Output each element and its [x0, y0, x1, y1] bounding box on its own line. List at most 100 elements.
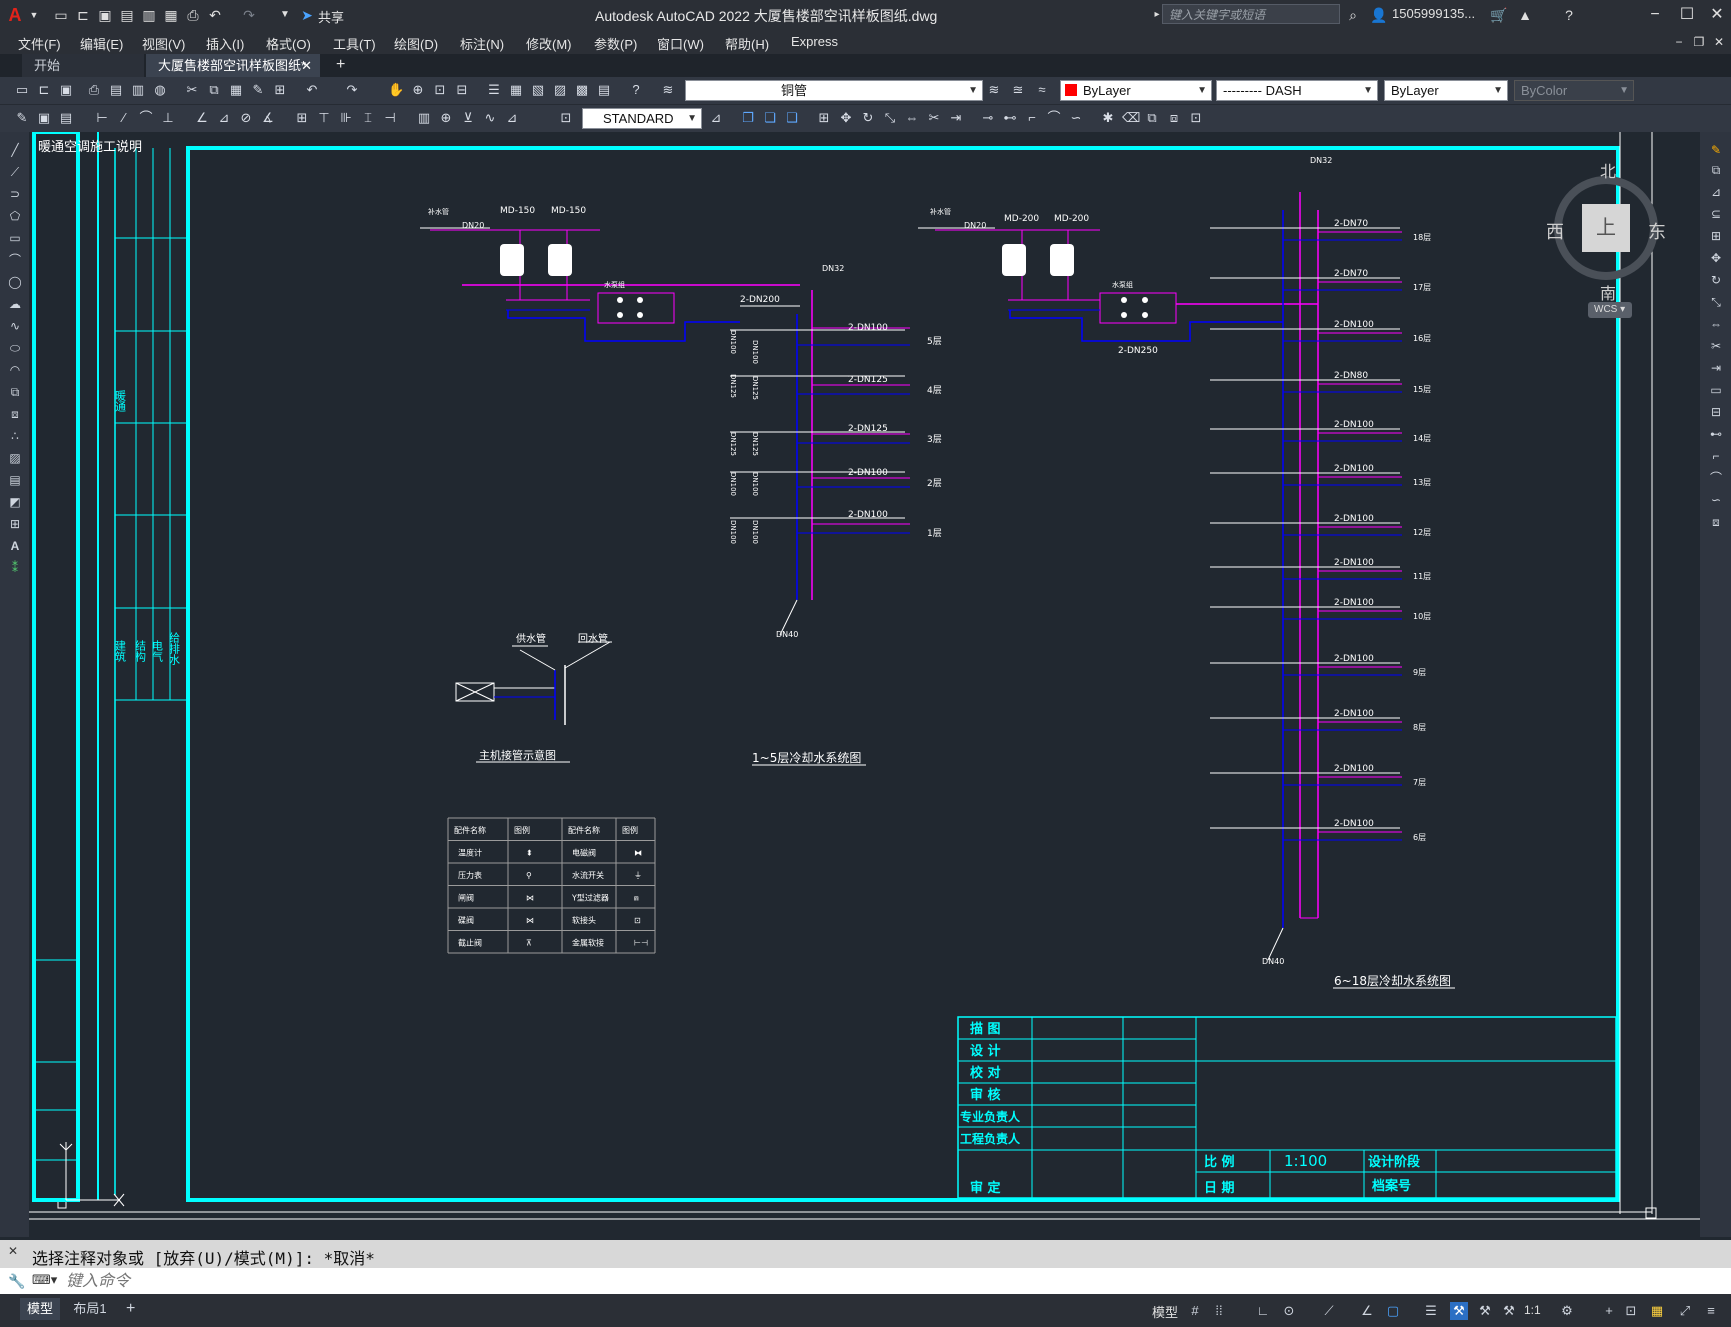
menu-edit[interactable]: 编辑(E) [80, 34, 123, 53]
mirror-icon[interactable]: ⊿ [1708, 184, 1724, 200]
color-dropdown[interactable]: ByLayer ▼ [1060, 80, 1212, 101]
share-label[interactable]: 共享 [318, 7, 344, 26]
object-snap-tracking-icon[interactable]: ∠ [1358, 1302, 1376, 1320]
edit-text-icon[interactable]: ✎ [14, 110, 30, 126]
object-snap-icon[interactable]: ▢ [1384, 1302, 1402, 1320]
arc-icon[interactable]: ⌒ [7, 252, 23, 268]
save-icon[interactable]: ▣ [58, 82, 74, 98]
open-icon[interactable]: ⊏ [36, 82, 52, 98]
break-icon[interactable]: ⊸ [980, 110, 996, 126]
layer-dropdown[interactable]: 铜管 ▼ [685, 80, 983, 101]
lineweight-dropdown[interactable]: ByLayer ▼ [1384, 80, 1508, 101]
dim-space-icon[interactable]: ⌶ [360, 110, 376, 126]
open-web-icon[interactable]: ▥ [140, 6, 158, 24]
design-center-icon[interactable]: ▦ [508, 82, 524, 98]
copy-object-icon[interactable]: ❐ [740, 110, 756, 126]
stretch-icon[interactable]: ⇔ [904, 110, 920, 126]
angular-dim-icon[interactable]: ∡ [260, 110, 276, 126]
annotation-scale-value[interactable]: 1:1 [1524, 1303, 1541, 1317]
viewcube-east[interactable]: 东 [1648, 218, 1666, 244]
menu-express[interactable]: Express [791, 34, 838, 49]
lineweight-icon[interactable]: ☰ [1422, 1302, 1440, 1320]
polar-tracking-icon[interactable]: ⊙ [1280, 1302, 1298, 1320]
dim-update-icon[interactable]: ⊡ [558, 110, 574, 126]
cut-icon[interactable]: ✂ [184, 82, 200, 98]
chamfer-icon[interactable]: ⌐ [1024, 110, 1040, 126]
autodesk-app-icon[interactable]: ▲ [1516, 6, 1534, 24]
circle-icon[interactable]: ◯ [7, 274, 23, 290]
close-button[interactable]: ✕ [1706, 4, 1728, 26]
array-icon[interactable]: ⊞ [1708, 228, 1724, 244]
polyline-icon[interactable]: ⊃ [7, 186, 23, 202]
menu-tools[interactable]: 工具(T) [333, 34, 376, 53]
workspace-gear-icon[interactable]: ⚙ [1558, 1302, 1576, 1320]
move-icon[interactable]: ✥ [838, 110, 854, 126]
ellipse-arc-icon[interactable]: ◠ [7, 362, 23, 378]
mirror-icon[interactable]: ❏ [762, 110, 778, 126]
units-icon[interactable]: ⊡ [1622, 1302, 1640, 1320]
fillet-icon[interactable]: ⌒ [1708, 470, 1724, 486]
baseline-dim-icon[interactable]: ⊤ [316, 110, 332, 126]
command-input[interactable] [64, 1271, 1668, 1293]
continue-dim-icon[interactable]: ⊪ [338, 110, 354, 126]
menu-window[interactable]: 窗口(W) [657, 34, 704, 53]
menu-file[interactable]: 文件(F) [18, 34, 61, 53]
autocad-logo-icon[interactable]: A [6, 6, 24, 24]
menu-modify[interactable]: 修改(M) [526, 34, 572, 53]
customize-qat-icon[interactable]: ▼ [276, 6, 294, 24]
make-block-icon[interactable]: ⧈ [7, 406, 23, 422]
maximize-button[interactable]: ☐ [1676, 4, 1698, 26]
layer-properties-icon[interactable]: ≋ [660, 82, 676, 98]
attribute-icon[interactable]: ▤ [58, 110, 74, 126]
user-icon[interactable]: 👤 [1370, 6, 1388, 24]
fillet-icon[interactable]: ⌒ [1046, 110, 1062, 126]
center-mark-icon[interactable]: ⊕ [438, 110, 454, 126]
properties-match-icon[interactable]: ⧉ [1144, 110, 1160, 126]
menu-dimension[interactable]: 标注(N) [460, 34, 504, 53]
arc-length-icon[interactable]: ⌒ [138, 110, 154, 126]
viewcube-west[interactable]: 西 [1546, 218, 1564, 244]
copy-icon[interactable]: ⧉ [1708, 162, 1724, 178]
annotation-visibility-icon[interactable]: ⚒ [1476, 1302, 1494, 1320]
zoom-realtime-icon[interactable]: ⊕ [410, 82, 426, 98]
chamfer-icon[interactable]: ⌐ [1708, 448, 1724, 464]
viewcube[interactable]: 上 北 南 西 东 [1546, 152, 1666, 304]
line-icon[interactable]: ╱ [7, 142, 23, 158]
zoom-window-icon[interactable]: ⊡ [432, 82, 448, 98]
isolate-objects-icon[interactable]: ▦ [1648, 1302, 1666, 1320]
stretch-icon[interactable]: ⇔ [1708, 316, 1724, 332]
array-icon[interactable]: ⊞ [816, 110, 832, 126]
menu-insert[interactable]: 插入(I) [206, 34, 244, 53]
polygon-icon[interactable]: ⬠ [7, 208, 23, 224]
model-space-button[interactable]: 模型 [1152, 1302, 1178, 1321]
search-input[interactable]: 键入关键字或短语 [1162, 4, 1340, 24]
cart-icon[interactable]: 🛒 [1490, 6, 1508, 24]
scale-icon[interactable]: ⤡ [1708, 294, 1724, 310]
menu-parametric[interactable]: 参数(P) [594, 34, 637, 53]
pan-icon[interactable]: ✋ [388, 82, 404, 98]
paste-icon[interactable]: ▦ [228, 82, 244, 98]
jogged-dim-icon[interactable]: ⊿ [216, 110, 232, 126]
ordinate-dim-icon[interactable]: ⊥ [160, 110, 176, 126]
table-icon[interactable]: ⊞ [7, 516, 23, 532]
offset-icon[interactable]: ⊆ [1708, 206, 1724, 222]
ellipse-icon[interactable]: ⬭ [7, 340, 23, 356]
3d-print-icon[interactable]: ◍ [152, 82, 168, 98]
auto-scale-icon[interactable]: ⚒ [1500, 1302, 1518, 1320]
plot-icon[interactable]: ⎙ [86, 82, 102, 98]
text-style-dropdown[interactable]: STANDARD ▼ [582, 108, 702, 129]
construction-line-icon[interactable]: ⟋ [7, 164, 23, 180]
tool-palettes-icon[interactable]: ▧ [530, 82, 546, 98]
make-current-layer-icon[interactable]: ≋ [986, 82, 1002, 98]
extend-icon[interactable]: ⇥ [948, 110, 964, 126]
erase-icon[interactable]: ✎ [1708, 142, 1724, 158]
blend-icon[interactable]: ∽ [1068, 110, 1084, 126]
scale-icon[interactable]: ⤡ [882, 110, 898, 126]
layer-match-icon[interactable]: ≈ [1034, 82, 1050, 98]
linetype-dropdown[interactable]: --------- DASH ▼ [1216, 80, 1378, 101]
rotate-icon[interactable]: ↻ [860, 110, 876, 126]
aligned-dim-icon[interactable]: ∕ [116, 110, 132, 126]
insert-block-icon[interactable]: ⧉ [7, 384, 23, 400]
viewcube-north[interactable]: 北 [1600, 158, 1616, 182]
viewcube-south[interactable]: 南 [1600, 280, 1616, 304]
